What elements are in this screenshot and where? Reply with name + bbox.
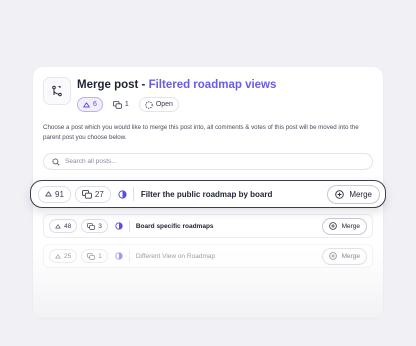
status-circle-icon [118, 189, 127, 199]
comment-count-pill: 27 [74, 185, 111, 203]
comment-count-pill: 1 [81, 249, 108, 263]
divider [128, 220, 130, 232]
merge-button-label: Merge [349, 189, 372, 199]
vote-count-pill: 48 [49, 219, 78, 233]
comment-pill: 1 [108, 97, 134, 112]
comment-count: 1 [124, 101, 129, 108]
vote-count: 48 [64, 222, 72, 230]
upvote-count: 6 [93, 101, 97, 108]
post-row[interactable]: 25 1 Different View on Roadmap Merge [43, 244, 373, 268]
status-pill: Open [138, 97, 179, 112]
modal-title: Merge post - Filtered roadmap views [77, 79, 276, 91]
title-prefix: Merge post - [77, 79, 146, 91]
comment-icon [87, 222, 96, 230]
merge-button[interactable]: Merge [327, 184, 380, 204]
post-meta: 6 1 Open [77, 97, 179, 112]
post-title: Board specific roadmaps [135, 222, 214, 230]
post-row-highlighted[interactable]: 91 27 Filter the public roadmap by board… [30, 180, 386, 208]
merge-button-label: Merge [341, 252, 360, 260]
plus-circle-icon [335, 189, 345, 199]
search-icon [52, 157, 60, 166]
title-post-name: Filtered roadmap views [148, 79, 277, 91]
merge-icon [43, 77, 71, 105]
upvote-icon [45, 191, 52, 197]
vote-count-pill: 91 [38, 185, 71, 203]
search-bar[interactable] [43, 153, 373, 170]
post-title: Filter the public roadmap by board [140, 189, 273, 199]
status-circle-icon [115, 252, 123, 260]
merge-description: Choose a post which you would like to me… [43, 124, 359, 141]
post-row[interactable]: 48 3 Board specific roadmaps Merge [43, 214, 373, 238]
comment-count: 27 [94, 189, 104, 199]
upvote-icon [55, 253, 61, 259]
upvote-icon [83, 101, 90, 107]
comment-count: 3 [98, 222, 102, 230]
comment-icon [113, 100, 122, 109]
divider [128, 250, 130, 262]
comment-count: 1 [98, 252, 102, 260]
vote-count: 91 [55, 189, 64, 199]
status-label: Open [155, 101, 173, 108]
comment-icon [87, 252, 96, 260]
search-input[interactable] [65, 158, 365, 165]
upvote-pill: 6 [77, 97, 103, 112]
status-circle-icon [115, 222, 123, 230]
upvote-icon [55, 223, 61, 229]
comment-count-pill: 3 [81, 219, 108, 233]
merge-button[interactable]: Merge [321, 217, 367, 235]
plus-circle-icon [328, 252, 337, 260]
post-title: Different View on Roadmap [135, 252, 216, 260]
status-circle-icon [145, 100, 153, 109]
plus-circle-icon [328, 222, 337, 230]
merge-button-label: Merge [341, 222, 360, 230]
merge-button[interactable]: Merge [321, 247, 367, 265]
vote-count: 25 [64, 252, 72, 260]
divider [132, 187, 134, 201]
comment-icon [82, 189, 92, 199]
vote-count-pill: 25 [49, 249, 78, 263]
